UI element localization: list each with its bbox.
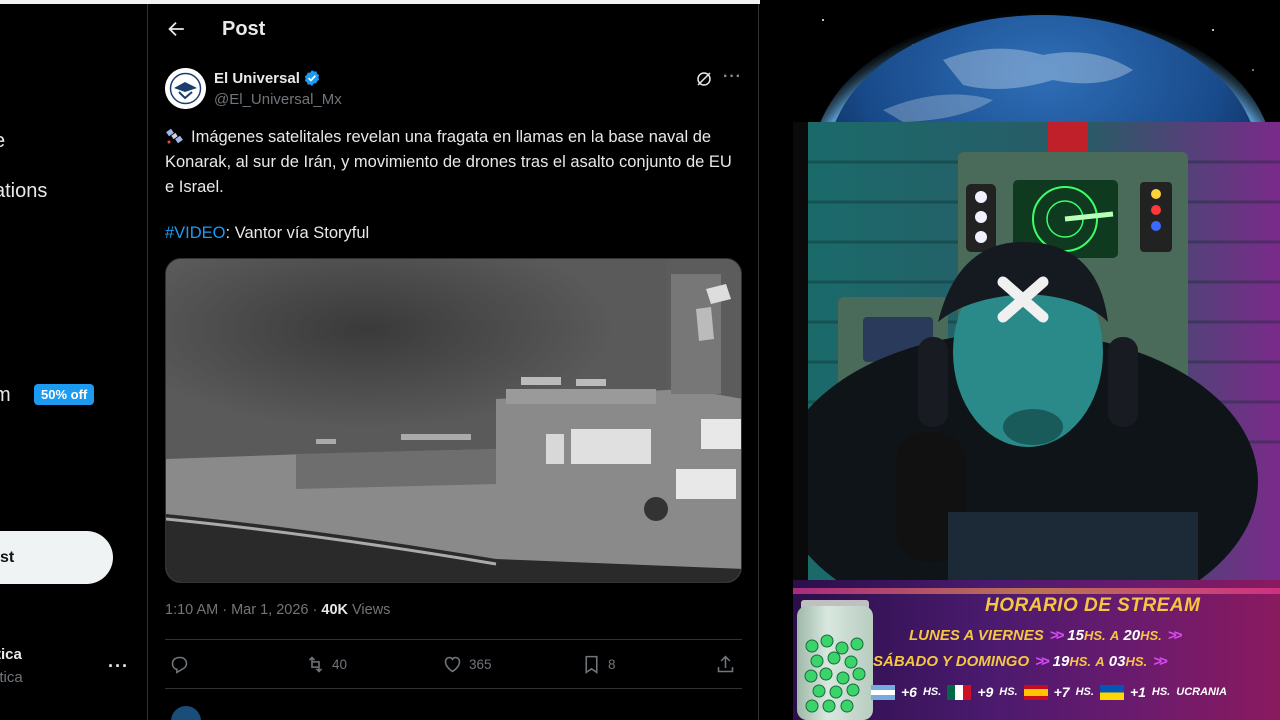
author-name[interactable]: El Universal	[214, 70, 300, 87]
post-time[interactable]: 1:10 AM	[165, 602, 218, 618]
account-more-icon[interactable]: ···	[108, 656, 129, 677]
webcam-edge	[793, 122, 808, 580]
post-column: Post El Universal @El_Universal_Mx ··· I…	[149, 4, 759, 720]
double-chevron-icon: >>	[1153, 653, 1167, 670]
verified-badge-icon	[304, 70, 320, 86]
schedule-weekday-row: LUNES A VIERNES >> 15HS. A 20HS. >>	[909, 627, 1185, 644]
timezone-row: +6 HS. +9 HS. +7 HS. +1 HS. UCRANIA	[871, 684, 1227, 700]
post-date[interactable]: Mar 1, 2026	[231, 602, 308, 618]
mexico-flag-icon	[947, 684, 972, 700]
sidebar-item-partial-1[interactable]: e	[0, 130, 5, 153]
ukraine-flag-icon	[1099, 684, 1124, 700]
post-text-main: Imágenes satelitales revelan una fragata…	[165, 128, 732, 196]
author-handle[interactable]: @El_Universal_Mx	[214, 91, 342, 108]
hashtag-link[interactable]: #VIDEO	[165, 224, 226, 242]
bookmark-count: 8	[608, 656, 616, 672]
reply-button[interactable]	[169, 652, 196, 676]
schedule-title: HORARIO DE STREAM	[985, 595, 1201, 616]
double-chevron-icon: >>	[1167, 627, 1182, 644]
hs-label: HS.	[1075, 686, 1094, 698]
zone-1: +6	[901, 684, 917, 700]
zone-3: +7	[1053, 684, 1070, 700]
meta-dot: ·	[222, 602, 232, 618]
account-name[interactable]: tica	[0, 646, 22, 663]
retweet-icon	[308, 655, 323, 673]
double-chevron-icon: >>	[1035, 653, 1049, 670]
share-button[interactable]	[715, 652, 736, 676]
a-label: A	[1095, 654, 1105, 669]
candy-jar-icon	[797, 606, 873, 720]
stream-schedule-banner: HORARIO DE STREAM LUNES A VIERNES >> 15HS.…	[793, 580, 1280, 720]
page-title: Post	[222, 18, 266, 40]
weekday-end: 20	[1123, 627, 1141, 644]
like-count: 365	[469, 656, 492, 672]
earth-banner	[793, 0, 1280, 122]
post-text: Imágenes satelitales revelan una fragata…	[165, 125, 735, 200]
post-meta: 1:10 AM · Mar 1, 2026 · 40K Views	[165, 602, 390, 618]
retweet-button[interactable]: 40	[305, 652, 347, 676]
post-credit-line: #VIDEO: Vantor vía Storyful	[165, 224, 369, 243]
like-button[interactable]: 365	[442, 652, 492, 676]
post-video[interactable]	[165, 258, 742, 583]
flag-icon-1	[871, 684, 895, 700]
schedule-weekend-row: SÁBADO Y DOMINGO >> 19HS. A 03HS. >>	[873, 653, 1171, 670]
hs-label: HS.	[999, 686, 1018, 698]
hs-label: HS.	[1083, 628, 1106, 643]
hs-label: HS.	[1151, 686, 1171, 698]
sidebar-item-notifications[interactable]: ations	[0, 180, 47, 203]
ukraine-label: UCRANIA	[1176, 686, 1227, 698]
weekday-start: 15	[1067, 627, 1084, 644]
bookmark-button[interactable]: 8	[581, 652, 616, 676]
sidebar-item-premium[interactable]: m	[0, 384, 11, 407]
double-chevron-icon: >>	[1049, 627, 1064, 644]
views-label: Views	[352, 602, 391, 618]
hs-label: HS.	[922, 686, 942, 698]
hs-label: HS.	[1125, 654, 1148, 669]
views-count: 40K	[321, 602, 348, 618]
zone-4: +1	[1129, 684, 1146, 700]
share-icon	[717, 655, 734, 672]
a-label: A	[1109, 628, 1120, 643]
satellite-image	[166, 259, 741, 582]
sidebar-post-button[interactable]: st	[0, 531, 113, 584]
author-avatar[interactable]	[165, 68, 206, 109]
weekend-start: 19	[1052, 653, 1070, 670]
divider	[165, 639, 742, 640]
left-sidebar: e ations m 50% off st tica itica ···	[0, 4, 148, 720]
post-header: Post	[149, 4, 759, 54]
satellite-icon	[166, 128, 183, 144]
gap-panel	[760, 0, 793, 720]
webcam-feed	[808, 122, 1280, 580]
spain-flag-icon	[1023, 684, 1048, 700]
account-handle[interactable]: itica	[0, 669, 23, 686]
post-credit-text: : Vantor vía Storyful	[225, 224, 370, 242]
hs-label: HS.	[1140, 628, 1162, 643]
reply-icon	[171, 656, 188, 674]
divider	[165, 688, 742, 689]
reply-avatar[interactable]	[171, 706, 201, 720]
weekend-label: SÁBADO Y DOMINGO	[873, 653, 1030, 670]
post-more-icon[interactable]: ···	[723, 68, 742, 86]
grok-icon[interactable]	[695, 70, 713, 88]
hs-label: HS.	[1069, 654, 1092, 669]
zone-2: +9	[977, 684, 994, 700]
decorative-stripes	[793, 588, 1280, 594]
premium-offer-badge[interactable]: 50% off	[34, 384, 95, 405]
weekday-label: LUNES A VIERNES	[909, 627, 1044, 644]
weekend-end: 03	[1108, 653, 1126, 670]
heart-icon	[444, 656, 461, 672]
arrow-left-icon[interactable]	[165, 18, 187, 40]
bookmark-icon	[585, 655, 598, 674]
retweet-count: 40	[332, 656, 348, 672]
